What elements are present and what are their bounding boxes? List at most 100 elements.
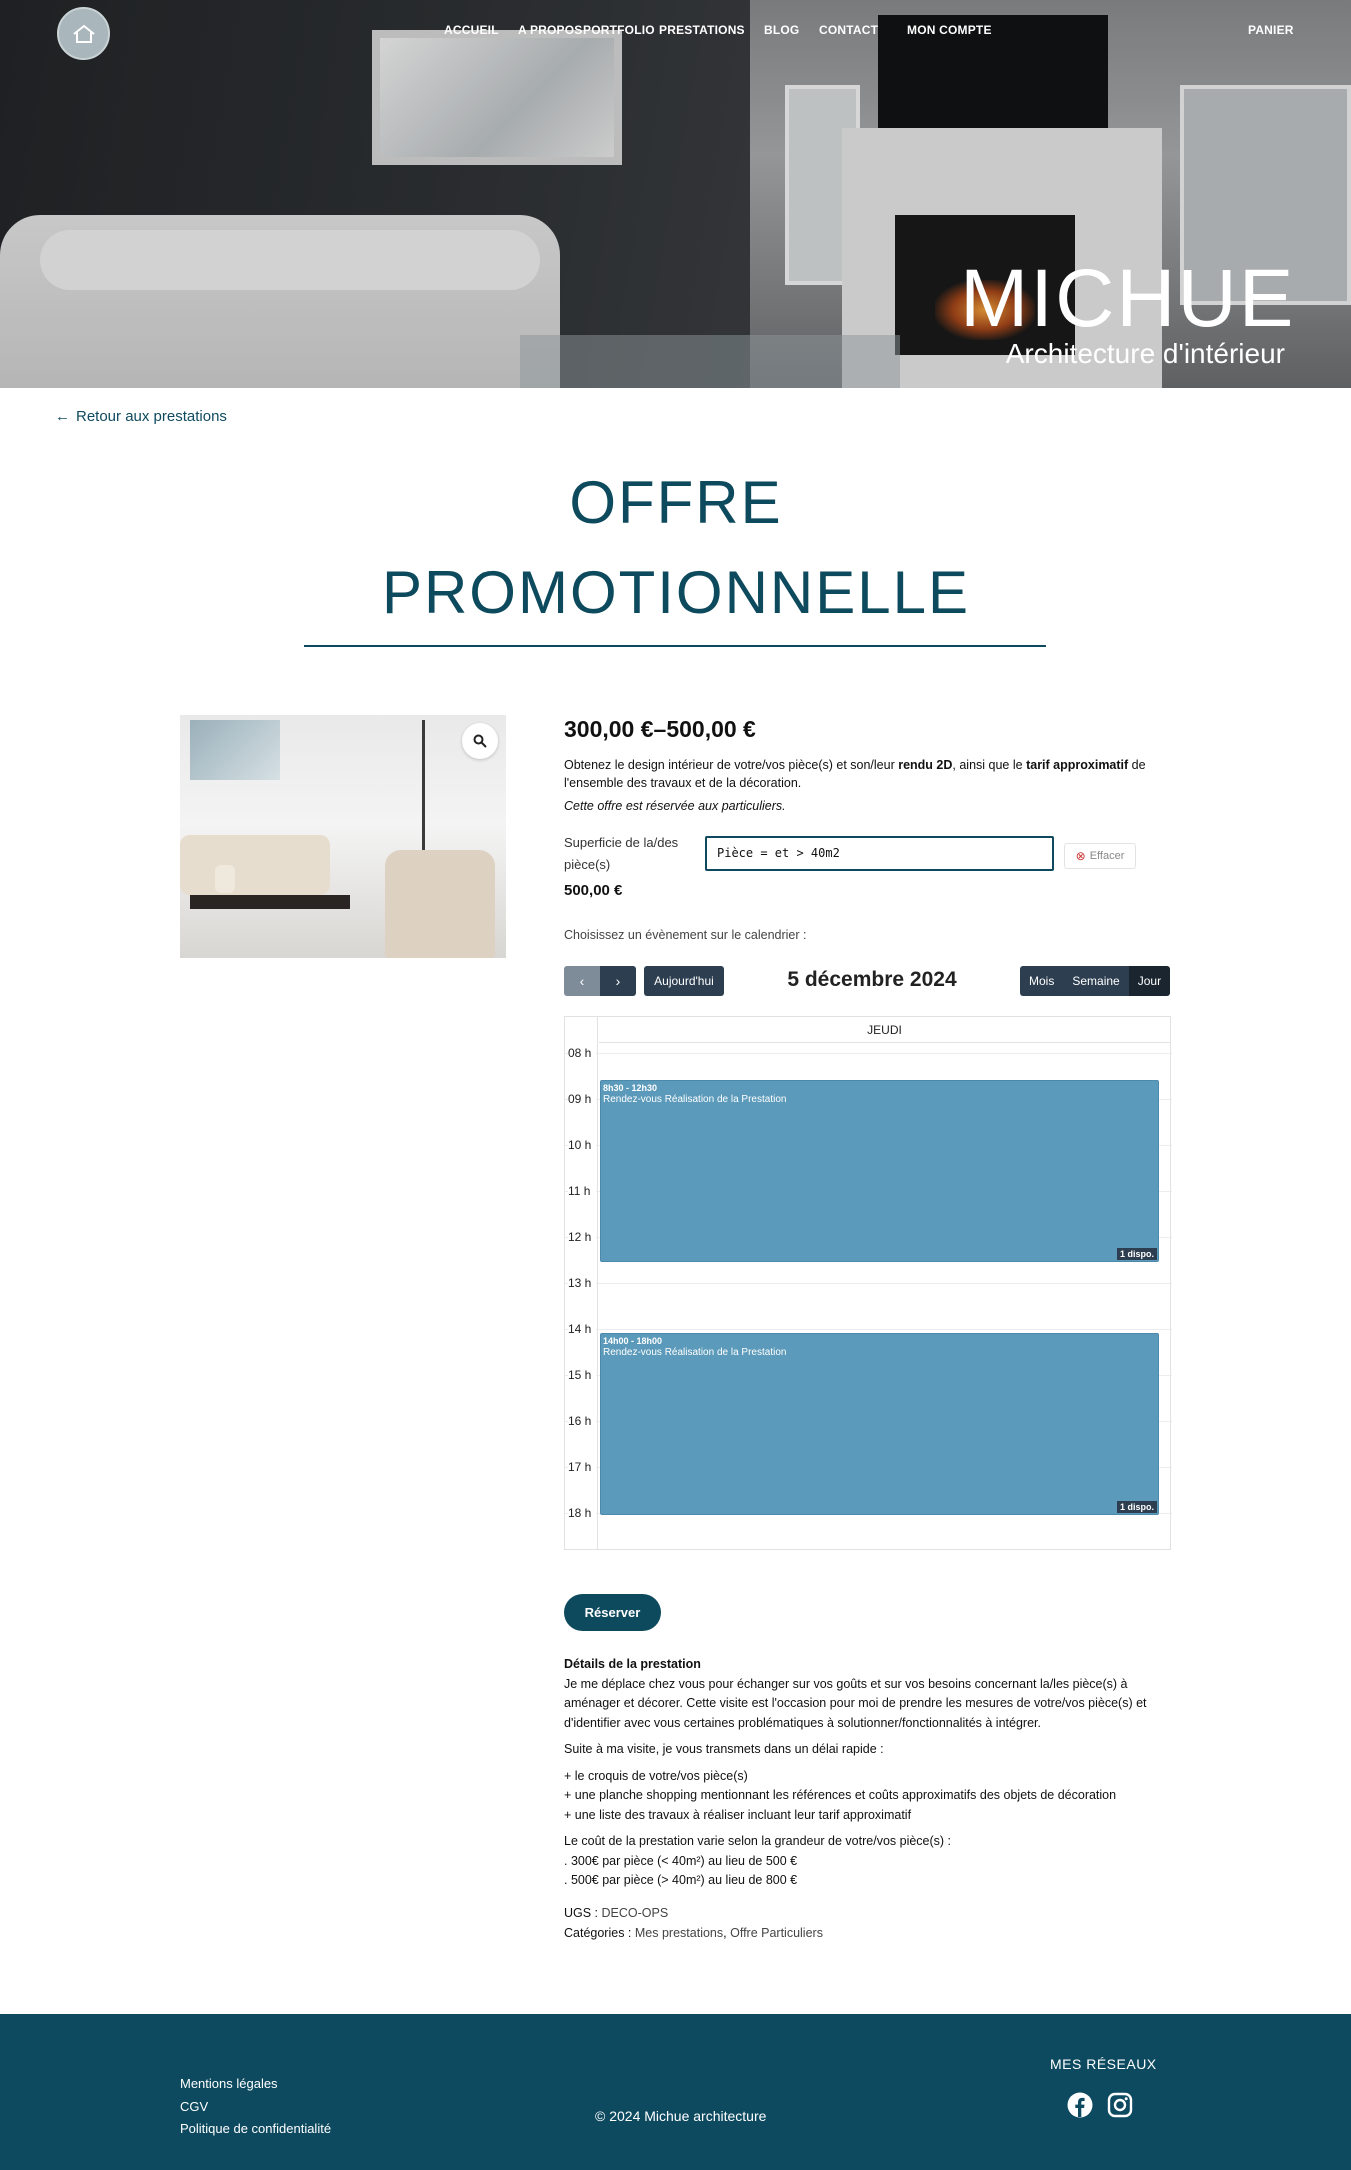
- calendar-hour-label: 15 h: [568, 1368, 596, 1382]
- nav-portfolio[interactable]: PORTFOLIO: [583, 23, 655, 37]
- calendar-event-time: 14h00 - 18h00: [603, 1336, 663, 1346]
- clear-variation-button[interactable]: ⊗ Effacer: [1064, 843, 1136, 869]
- page-title-line1: OFFRE: [569, 469, 783, 536]
- calendar-event[interactable]: 14h00 - 18h00 Rendez-vous Réalisation de …: [600, 1333, 1159, 1515]
- facebook-glyph: [1067, 2092, 1093, 2118]
- desc-text: Obtenez le design intérieur de votre/vos…: [564, 758, 899, 772]
- copyright: © 2024 Michue architecture: [595, 2108, 767, 2124]
- calendar-hour-row: 18 h: [565, 1506, 1172, 1559]
- product-short-description: Obtenez le design intérieur de votre/vos…: [564, 756, 1154, 792]
- footer: Mentions légales CGV Politique de confid…: [0, 2014, 1351, 2170]
- calendar-day-grid: JEUDI 08 h 09 h 10 h 11 h 12 h 13 h 14 h 15 h 16…: [564, 1016, 1172, 1550]
- details-paragraph: Suite à ma visite, je vous transmets dan…: [564, 1742, 884, 1756]
- calendar-hour-label: 08 h: [568, 1046, 596, 1060]
- calendar-hour-label: 14 h: [568, 1322, 596, 1336]
- back-to-prestations-link[interactable]: ← Retour aux prestations: [55, 408, 227, 425]
- magnifier-icon: [473, 734, 487, 748]
- chevron-right-icon: ›: [615, 973, 621, 989]
- view-month-button[interactable]: Mois: [1020, 966, 1064, 996]
- calendar-hour-row: 13 h: [565, 1276, 1172, 1329]
- hero-banner: ACCUEIL A PROPOS PORTFOLIO PRESTATIONS B…: [0, 0, 1351, 388]
- instagram-icon[interactable]: [1107, 2092, 1133, 2118]
- details-list-item: + le croquis de votre/vos pièce(s): [564, 1768, 748, 1783]
- details-paragraph: Je me déplace chez vous pour échanger su…: [564, 1676, 1147, 1730]
- availability-badge: 1 dispo.: [1116, 1248, 1157, 1260]
- calendar-hour-label: 12 h: [568, 1230, 596, 1244]
- calendar-event-title: Rendez-vous Réalisation de la Prestation: [603, 1347, 787, 1358]
- calendar-event-title: Rendez-vous Réalisation de la Prestation: [603, 1094, 787, 1105]
- calendar-hour-label: 16 h: [568, 1414, 596, 1428]
- calendar-event-time: 8h30 - 12h30: [603, 1083, 658, 1093]
- calendar-next-button[interactable]: ›: [600, 966, 636, 996]
- category-link[interactable]: Mes prestations: [635, 1926, 723, 1940]
- calendar-hour-label: 11 h: [568, 1184, 596, 1198]
- offer-note: Cette offre est réservée aux particulier…: [564, 799, 786, 813]
- details-price-item: . 300€ par pièce (< 40m²) au lieu de 500…: [564, 1853, 798, 1868]
- product-photo-armchair: [385, 850, 495, 958]
- price-range: 300,00 €–500,00 €: [564, 716, 756, 742]
- nav-mon-compte[interactable]: MON COMPTE: [907, 23, 992, 37]
- view-day-button[interactable]: Jour: [1128, 966, 1171, 996]
- details-heading: Détails de la prestation: [564, 1657, 701, 1671]
- footer-link-cgv[interactable]: CGV: [180, 2099, 208, 2114]
- calendar-prev-button[interactable]: ‹: [564, 966, 600, 996]
- instagram-glyph: [1107, 2092, 1133, 2118]
- nav-contact[interactable]: CONTACT: [819, 23, 878, 37]
- calendar-hour-label: 09 h: [568, 1092, 596, 1106]
- calendar-day-header: JEUDI: [599, 1017, 1170, 1043]
- social-heading: MES RÉSEAUX: [1050, 2056, 1157, 2072]
- close-circle-icon: ⊗: [1075, 849, 1086, 863]
- nav-a-propos[interactable]: A PROPOS: [518, 23, 583, 37]
- desc-bold: rendu 2D: [898, 758, 953, 772]
- product-photo-lamp: [422, 720, 425, 860]
- calendar-hour-label: 18 h: [568, 1506, 596, 1520]
- facebook-icon[interactable]: [1067, 2092, 1093, 2118]
- categories-label: Catégories :: [564, 1925, 632, 1940]
- nav-prestations[interactable]: PRESTATIONS: [659, 23, 745, 37]
- back-link-label: Retour aux prestations: [76, 408, 227, 425]
- calendar-event[interactable]: 8h30 - 12h30 Rendez-vous Réalisation de l…: [600, 1080, 1159, 1262]
- product-photo-sofa: [180, 835, 330, 895]
- variation-price: 500,00 €: [564, 882, 623, 899]
- zoom-icon[interactable]: [462, 723, 498, 759]
- calendar-today-button[interactable]: Aujourd'hui: [644, 966, 724, 996]
- nav-accueil[interactable]: ACCUEIL: [444, 23, 499, 37]
- category-link[interactable]: Offre Particuliers: [730, 1926, 823, 1940]
- calendar-hour-label: 13 h: [568, 1276, 596, 1290]
- category-separator: ,: [723, 1925, 727, 1940]
- calendar-view-switch: Mois Semaine Jour: [1020, 966, 1171, 996]
- title-divider: [304, 645, 1046, 647]
- chevron-left-icon: ‹: [579, 973, 585, 989]
- nav-panier[interactable]: PANIER: [1248, 23, 1294, 37]
- availability-badge: 1 dispo.: [1116, 1501, 1157, 1513]
- sku-value: DECO-OPS: [601, 1906, 669, 1920]
- product-photo-table: [190, 895, 350, 909]
- surface-select[interactable]: Pièce = et > 40m2: [705, 836, 1054, 871]
- prestation-details: Détails de la prestation Je me déplace c…: [564, 1655, 1164, 1898]
- reserve-button[interactable]: Réserver: [564, 1594, 661, 1631]
- brand-title: MICHUE: [960, 253, 1296, 344]
- home-logo-icon[interactable]: [57, 7, 110, 60]
- brand-subtitle: Architecture d'intérieur: [1005, 338, 1285, 369]
- desc-bold: tarif approximatif: [1026, 758, 1129, 772]
- arrow-left-icon: ←: [55, 408, 70, 425]
- view-week-button[interactable]: Semaine: [1063, 966, 1129, 996]
- calendar-date-title: 5 décembre 2024: [787, 968, 957, 991]
- details-paragraph: Le coût de la prestation varie selon la …: [564, 1834, 952, 1848]
- house-icon: [72, 24, 95, 43]
- details-price-item: . 500€ par pièce (> 40m²) au lieu de 800…: [564, 1873, 798, 1887]
- details-list-item: + une liste des travaux à réaliser inclu…: [564, 1807, 912, 1822]
- desc-text: , ainsi que le: [952, 758, 1027, 772]
- calendar-hour-label: 17 h: [568, 1460, 596, 1474]
- sku-row: UGS : DECO-OPS: [564, 1904, 1164, 1924]
- calendar-hour-label: 10 h: [568, 1138, 596, 1152]
- variation-label: Superficie de la/des pièce(s): [564, 835, 679, 872]
- footer-link-privacy[interactable]: Politique de confidentialité: [180, 2121, 331, 2136]
- sku-label: UGS :: [564, 1906, 599, 1920]
- page-title-line2: PROMOTIONNELLE: [381, 559, 971, 626]
- product-image[interactable]: [180, 715, 506, 958]
- footer-link-mentions[interactable]: Mentions légales: [180, 2076, 278, 2091]
- nav-blog[interactable]: BLOG: [764, 23, 799, 37]
- details-pricing: Le coût de la prestation varie selon la …: [564, 1832, 1164, 1891]
- product-photo-artwork: [190, 720, 280, 780]
